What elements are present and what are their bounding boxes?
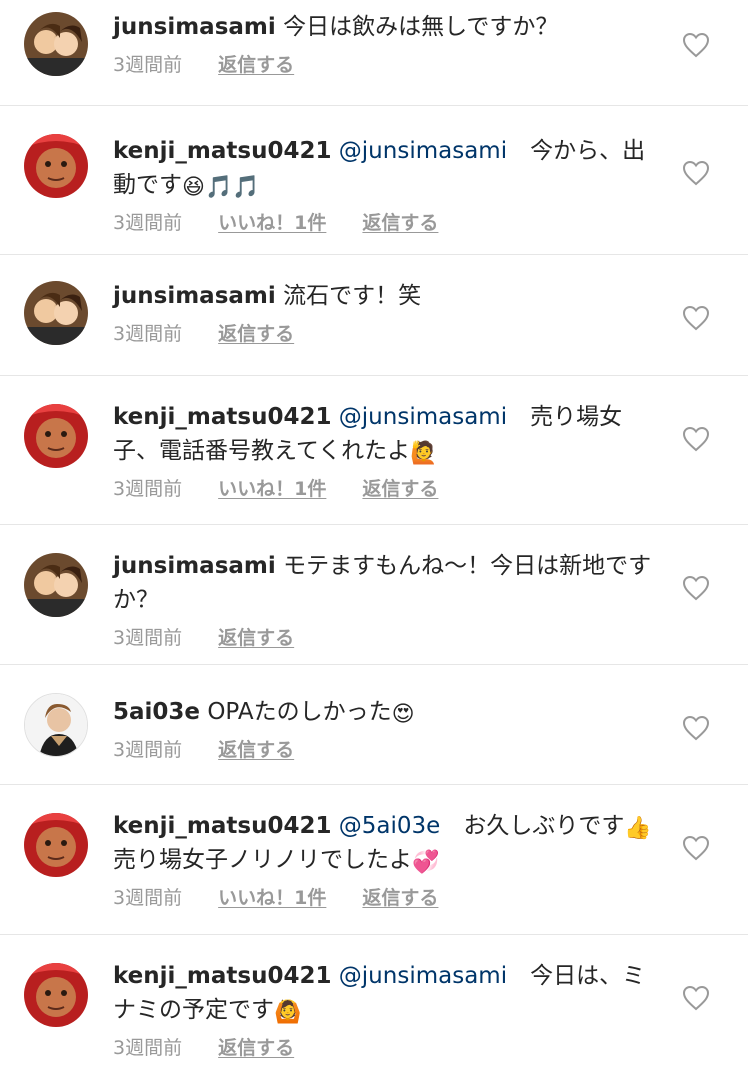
comment-text: 5ai03e OPAたのしかった😍 [113,695,652,729]
reply-button[interactable]: 返信する [362,478,438,500]
likes-count[interactable]: いいね！1件 [218,478,326,500]
emoji-icon: 🙆 [274,1000,302,1025]
comment-time: 3週間前 [113,739,183,761]
comment-item: 5ai03e OPAたのしかった😍 3週間前 返信する [0,665,748,785]
comment-username[interactable]: junsimasami [113,553,276,579]
comment-username[interactable]: junsimasami [113,14,276,40]
likes-count[interactable]: いいね！1件 [218,212,326,234]
comment-content: junsimasami モテますもんね〜！今日は新地ですか？ 3週間前 返信する [113,535,652,653]
comment-body: お久しぶりです [440,813,625,839]
comment-time: 3週間前 [113,887,183,909]
comment-text: junsimasami 今日は飲みは無しですか？ [113,10,652,44]
heart-icon[interactable] [682,160,710,186]
emoji-icon: 😆 [182,175,205,200]
comment-meta: 3週間前 いいね！1件 返信する [113,474,652,504]
comment-meta: 3週間前 いいね！1件 返信する [113,208,652,238]
comment-username[interactable]: kenji_matsu0421 [113,404,331,430]
reply-button[interactable]: 返信する [362,887,438,909]
comment-meta: 3週間前 いいね！1件 返信する [113,883,652,913]
comment-username[interactable]: kenji_matsu0421 [113,813,331,839]
comment-mention[interactable]: @junsimasami [339,963,507,989]
comment-text: junsimasami モテますもんね〜！今日は新地ですか？ [113,549,652,617]
emoji-icon: 😍 [391,702,415,727]
comment-content: junsimasami 今日は飲みは無しですか？ 3週間前 返信する [113,10,652,80]
comment-username[interactable]: 5ai03e [113,699,200,725]
comment-mention[interactable]: @5ai03e [339,813,441,839]
comment-item: junsimasami モテますもんね〜！今日は新地ですか？ 3週間前 返信する [0,525,748,665]
avatar[interactable] [24,281,88,345]
heart-icon[interactable] [682,985,710,1011]
reply-button[interactable]: 返信する [218,323,294,345]
comment-text: kenji_matsu0421 @5ai03e お久しぶりです👍 売り場女子ノリ… [113,809,652,877]
heart-icon[interactable] [682,426,710,452]
avatar[interactable] [24,12,88,76]
likes-count[interactable]: いいね！1件 [218,887,326,909]
emoji-icon: 🎵 [232,175,260,200]
avatar[interactable] [24,553,88,617]
comment-meta: 3週間前 返信する [113,1033,652,1063]
comment-body: OPAたのしかった [207,699,392,725]
avatar[interactable] [24,134,88,198]
avatar[interactable] [24,404,88,468]
heart-icon[interactable] [682,32,710,58]
comment-username[interactable]: kenji_matsu0421 [113,963,331,989]
comment-item: kenji_matsu0421 @junsimasami 今から、出動です😆🎵🎵… [0,106,748,255]
comment-body: 今日は飲みは無しですか？ [283,14,559,40]
avatar[interactable] [24,813,88,877]
comment-item: junsimasami 今日は飲みは無しですか？ 3週間前 返信する [0,0,748,106]
heart-icon[interactable] [682,835,710,861]
comment-time: 3週間前 [113,478,183,500]
avatar[interactable] [24,693,88,757]
reply-button[interactable]: 返信する [218,627,294,649]
reply-button[interactable]: 返信する [218,54,294,76]
reply-button[interactable]: 返信する [218,739,294,761]
heart-icon[interactable] [682,575,710,601]
comment-item: kenji_matsu0421 @junsimasami 今日は、ミナミの予定で… [0,935,748,1065]
comment-time: 3週間前 [113,323,183,345]
comment-text: kenji_matsu0421 @junsimasami 今から、出動です😆🎵🎵 [113,134,652,202]
comment-body: 売り場女子ノリノリでしたよ [113,847,412,873]
comment-text: kenji_matsu0421 @junsimasami 今日は、ミナミの予定で… [113,959,652,1027]
comment-content: kenji_matsu0421 @junsimasami 売り場女子、電話番号教… [113,386,652,504]
heart-icon[interactable] [682,715,710,741]
comment-mention[interactable]: @junsimasami [339,138,507,164]
comment-mention[interactable]: @junsimasami [339,404,507,430]
reply-button[interactable]: 返信する [218,1037,294,1059]
emoji-icon: 🙋 [410,441,438,466]
emoji-icon: 👍 [624,816,652,841]
comment-meta: 3週間前 返信する [113,623,652,653]
comment-username[interactable]: junsimasami [113,283,276,309]
comment-content: kenji_matsu0421 @junsimasami 今日は、ミナミの予定で… [113,945,652,1063]
comment-item: junsimasami 流石です！笑 3週間前 返信する [0,255,748,376]
heart-icon[interactable] [682,305,710,331]
reply-button[interactable]: 返信する [362,212,438,234]
comment-time: 3週間前 [113,1037,183,1059]
emoji-icon: 🎵 [204,175,233,200]
comment-content: kenji_matsu0421 @junsimasami 今から、出動です😆🎵🎵… [113,116,652,238]
comment-time: 3週間前 [113,212,183,234]
comment-meta: 3週間前 返信する [113,735,652,765]
comment-username[interactable]: kenji_matsu0421 [113,138,331,164]
comment-item: kenji_matsu0421 @junsimasami 売り場女子、電話番号教… [0,376,748,525]
comment-text: junsimasami 流石です！笑 [113,279,652,313]
comment-list: junsimasami 今日は飲みは無しですか？ 3週間前 返信する kenji… [0,0,748,1065]
comment-content: kenji_matsu0421 @5ai03e お久しぶりです👍 売り場女子ノリ… [113,795,652,913]
comment-content: 5ai03e OPAたのしかった😍 3週間前 返信する [113,675,652,765]
comment-time: 3週間前 [113,627,183,649]
comment-meta: 3週間前 返信する [113,319,652,349]
comment-item: kenji_matsu0421 @5ai03e お久しぶりです👍 売り場女子ノリ… [0,785,748,935]
comment-body: 流石です！笑 [283,283,422,309]
emoji-icon: 💞 [412,850,440,875]
comment-content: junsimasami 流石です！笑 3週間前 返信する [113,265,652,349]
comment-meta: 3週間前 返信する [113,50,652,80]
comment-time: 3週間前 [113,54,183,76]
avatar[interactable] [24,963,88,1027]
comment-text: kenji_matsu0421 @junsimasami 売り場女子、電話番号教… [113,400,652,468]
